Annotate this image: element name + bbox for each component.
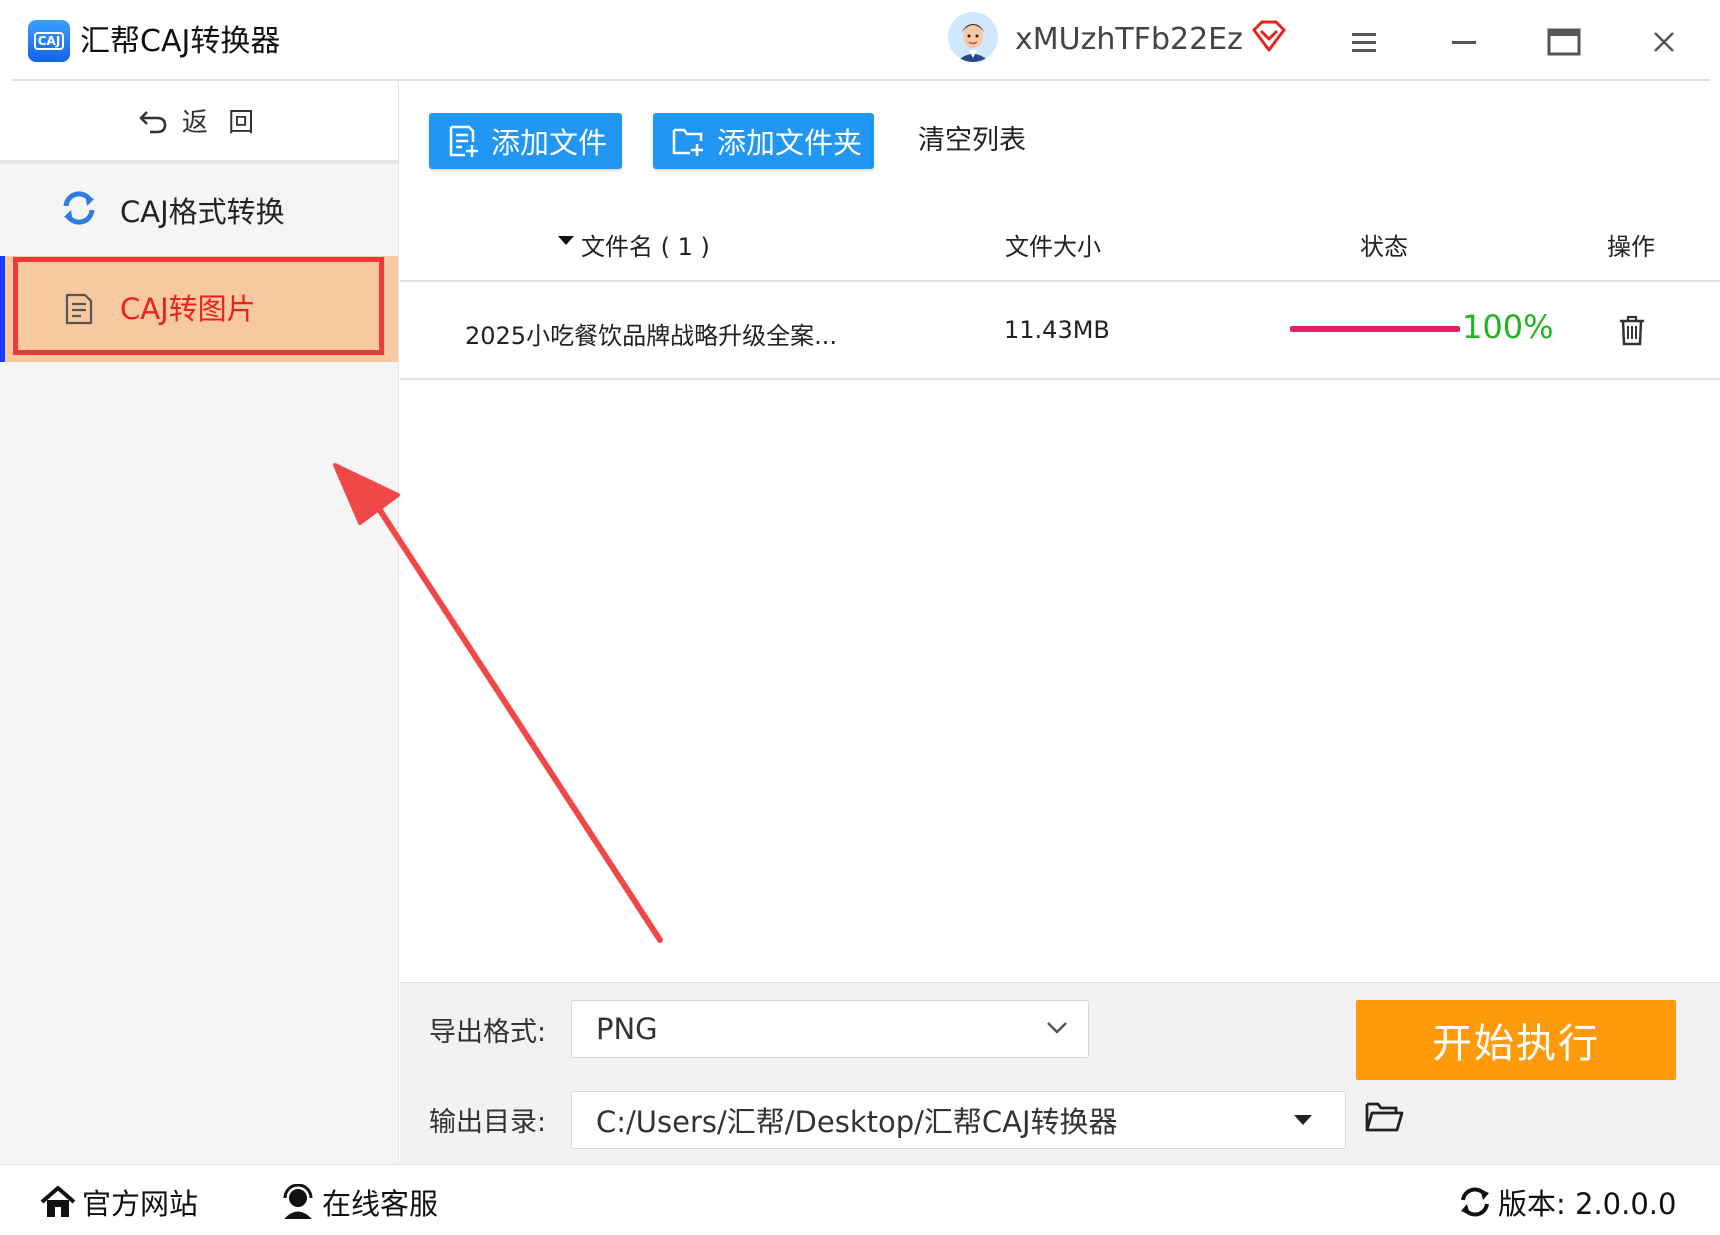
sidebar-item-label: CAJ格式转换: [120, 195, 285, 229]
version-info: 版本: 2.0.0.0: [1458, 1181, 1676, 1223]
back-button[interactable]: 返 回: [0, 81, 398, 164]
vip-diamond-icon[interactable]: [1250, 18, 1288, 56]
back-arrow-icon: [139, 110, 167, 133]
home-icon: [40, 1186, 76, 1217]
output-dir-select[interactable]: C:/Users/汇帮/Desktop/汇帮CAJ转换器: [571, 1091, 1346, 1149]
format-value: PNG: [596, 1012, 658, 1046]
maximize-icon[interactable]: [1536, 14, 1592, 70]
add-folder-button[interactable]: 添加文件夹: [653, 113, 874, 169]
menu-icon[interactable]: [1336, 14, 1392, 70]
file-size: 11.43MB: [1004, 316, 1110, 344]
start-button[interactable]: 开始执行: [1356, 1000, 1676, 1080]
app-logo-icon: CAJ: [28, 20, 70, 62]
add-folder-icon: [672, 128, 703, 156]
table-header: 文件名 ( 1 ) 文件大小 状态 操作: [400, 205, 1720, 282]
active-indicator: [0, 256, 5, 362]
header-action: 操作: [1607, 233, 1655, 261]
sort-caret-icon[interactable]: [557, 227, 575, 255]
minimize-icon[interactable]: [1436, 14, 1492, 70]
table-row[interactable]: 2025小吃餐饮品牌战略升级全案... 11.43MB 100%: [400, 282, 1720, 380]
close-icon[interactable]: [1636, 14, 1692, 70]
status-bar: 官方网站 在线客服 版本: 2.0.0.0: [0, 1164, 1720, 1235]
trash-icon[interactable]: [1618, 314, 1646, 350]
online-support-link[interactable]: 在线客服: [280, 1181, 438, 1223]
header-size: 文件大小: [1005, 233, 1101, 261]
progress-bar: [1290, 326, 1460, 332]
highlight-box: [13, 257, 384, 355]
app-title: 汇帮CAJ转换器: [80, 24, 281, 59]
output-label: 输出目录:: [429, 1107, 547, 1138]
dropdown-caret-icon: [1293, 1111, 1313, 1130]
refresh-icon: [60, 189, 98, 231]
chevron-down-icon: [1046, 1020, 1068, 1039]
format-label: 导出格式:: [429, 1017, 547, 1048]
username[interactable]: xMUzhTFb22Ez: [1015, 18, 1243, 62]
official-website-link[interactable]: 官方网站: [40, 1181, 198, 1223]
version-label: 版本: 2.0.0.0: [1498, 1187, 1677, 1221]
user-avatar[interactable]: [948, 12, 998, 62]
progress-text: 100%: [1462, 308, 1554, 346]
add-folder-label: 添加文件夹: [717, 126, 863, 160]
folder-open-icon[interactable]: [1364, 1098, 1404, 1138]
file-name: 2025小吃餐饮品牌战略升级全案...: [465, 322, 837, 350]
output-dir-value: C:/Users/汇帮/Desktop/汇帮CAJ转换器: [596, 1105, 1118, 1139]
format-select[interactable]: PNG: [571, 1000, 1089, 1058]
add-file-button[interactable]: 添加文件: [429, 113, 622, 169]
sync-icon: [1461, 1187, 1489, 1217]
back-label: 返 回: [181, 108, 261, 138]
support-label: 在线客服: [322, 1187, 439, 1221]
website-label: 官方网站: [82, 1187, 199, 1221]
add-file-label: 添加文件: [491, 126, 608, 160]
sidebar-item-caj-format-convert[interactable]: CAJ格式转换: [0, 164, 398, 256]
add-file-icon: [449, 125, 478, 157]
headset-icon: [283, 1184, 313, 1219]
header-filename[interactable]: 文件名 ( 1 ): [581, 227, 710, 262]
header-status: 状态: [1360, 233, 1408, 261]
clear-list-button[interactable]: 清空列表: [918, 120, 1026, 162]
annotation-arrow: [320, 455, 680, 959]
